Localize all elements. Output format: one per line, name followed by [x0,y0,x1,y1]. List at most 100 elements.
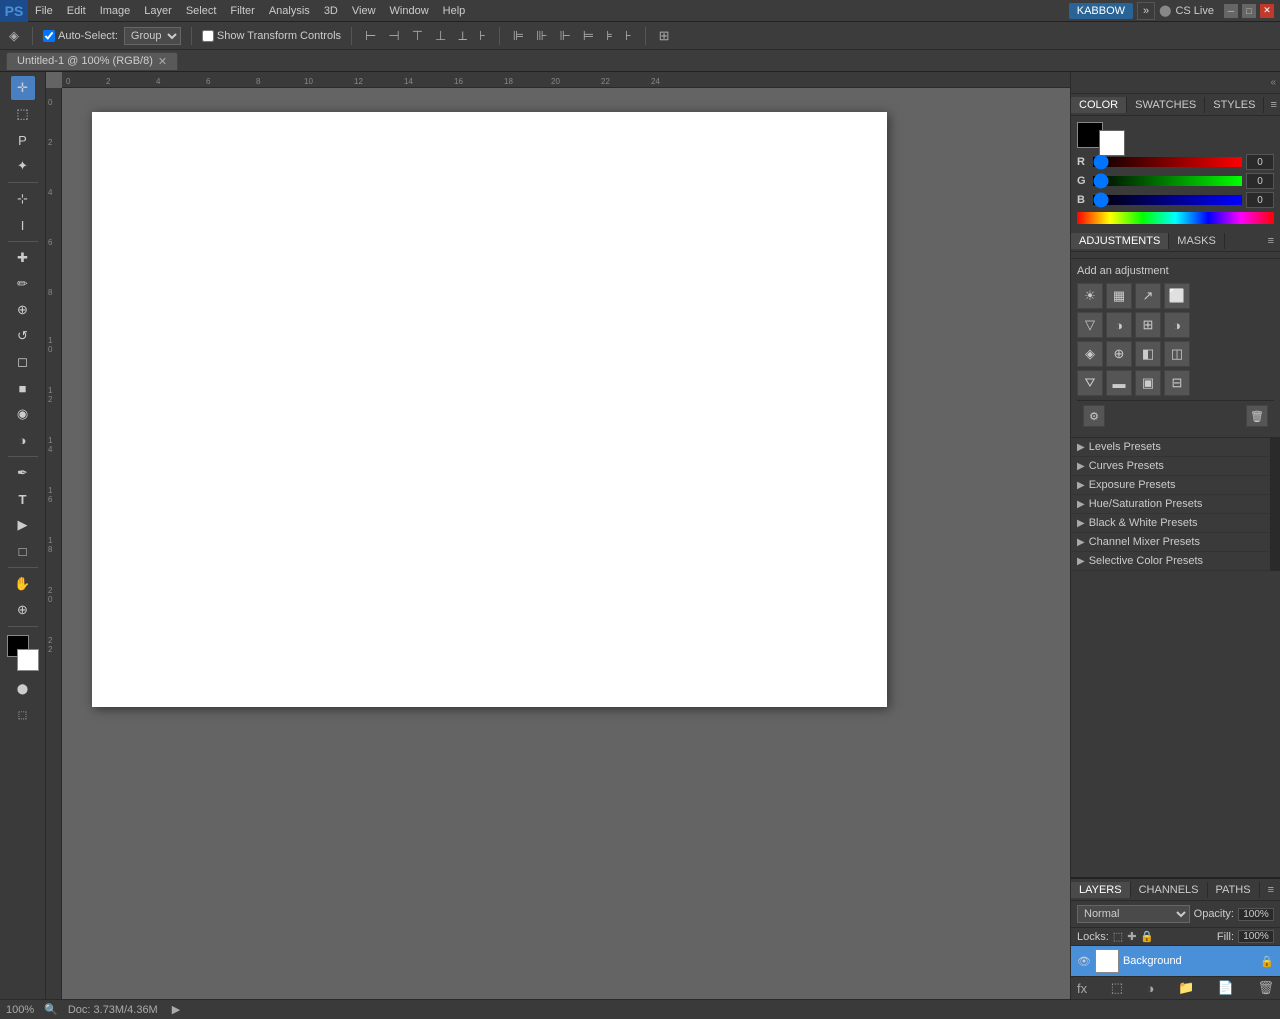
distribute-bottom-icon[interactable]: ⊦ [622,27,635,45]
lasso-tool-button[interactable]: P [11,128,35,152]
background-color[interactable] [17,649,39,671]
document-tab[interactable]: Untitled-1 @ 100% (RGB/8) ✕ [6,52,178,70]
tab-adjustments[interactable]: ADJUSTMENTS [1071,233,1169,249]
color-balance-button[interactable]: ⊞ [1135,312,1161,338]
show-transform-checkbox[interactable] [202,30,214,42]
preset-levels[interactable]: ▶ Levels Presets [1071,438,1270,457]
preset-curves[interactable]: ▶ Curves Presets [1071,457,1270,476]
green-slider[interactable] [1093,176,1242,186]
threshold-button[interactable]: ⛛ [1077,370,1103,396]
background-swatch[interactable] [1099,130,1125,156]
layer-visibility-icon[interactable]: 👁 [1077,955,1091,968]
gradient-tool-button[interactable]: ■ [11,376,35,400]
preset-hue-saturation[interactable]: ▶ Hue/Saturation Presets [1071,495,1270,514]
menu-select[interactable]: Select [179,3,224,19]
blue-value-input[interactable] [1246,192,1274,208]
auto-select-dropdown[interactable]: Group Layer [124,27,181,45]
green-value-input[interactable] [1246,173,1274,189]
menu-filter[interactable]: Filter [223,3,261,19]
menu-edit[interactable]: Edit [60,3,93,19]
quick-mask-button[interactable]: ⬤ [11,677,35,701]
path-selection-tool-button[interactable]: ▶ [11,513,35,537]
hand-tool-button[interactable]: ✋ [11,572,35,596]
posterize-button[interactable]: ◫ [1164,341,1190,367]
dodge-tool-button[interactable]: ◑ [11,428,35,452]
preset-black-white[interactable]: ▶ Black & White Presets [1071,514,1270,533]
marquee-tool-button[interactable]: ⬚ [11,102,35,126]
vibrance-button[interactable]: ▽ [1077,312,1103,338]
blend-mode-dropdown[interactable]: Normal Dissolve Multiply Screen Overlay [1077,905,1190,923]
canvas-controls-icon[interactable]: ⊞ [656,27,673,45]
align-center-v-icon[interactable]: ⟂ [455,27,470,45]
adjustment-trash-button[interactable]: 🗑 [1246,405,1268,427]
red-value-input[interactable] [1246,154,1274,170]
distribute-center-v-icon[interactable]: ⊧ [603,27,616,45]
shape-tool-button[interactable]: □ [11,539,35,563]
selective-color-button[interactable]: ▣ [1135,370,1161,396]
distribute-left-icon[interactable]: ⊫ [510,27,527,45]
new-group-button[interactable]: 📁 [1178,980,1194,996]
color-spectrum-bar[interactable] [1077,212,1274,224]
menu-window[interactable]: Window [383,3,436,19]
clone-stamp-tool-button[interactable]: ⊕ [11,298,35,322]
zoom-icon[interactable]: 🔍 [44,1003,58,1016]
extend-workspace-button[interactable]: » [1137,2,1155,20]
menu-help[interactable]: Help [436,3,473,19]
invert-button[interactable]: ◧ [1135,341,1161,367]
layer-adjustment-button[interactable]: ◑ [1147,981,1155,996]
menu-file[interactable]: File [28,3,60,19]
auto-select-checkbox[interactable] [43,30,55,42]
adjustment-settings-button[interactable]: ⚙ [1083,405,1105,427]
layer-background[interactable]: 👁 Background 🔒 [1071,946,1280,976]
black-white-button[interactable]: ◑ [1164,312,1190,338]
gradient-map-button[interactable]: ▬ [1106,370,1132,396]
tab-channels[interactable]: CHANNELS [1131,882,1208,898]
distribute-right-icon[interactable]: ⊩ [556,27,573,45]
layers-panel-options-button[interactable]: ≡ [1262,884,1280,896]
menu-3d[interactable]: 3D [317,3,345,19]
tab-color[interactable]: COLOR [1071,97,1127,113]
canvas[interactable] [92,112,887,707]
align-top-icon[interactable]: ⊥ [432,27,449,45]
adjustments-panel-options-button[interactable]: ≡ [1262,235,1280,247]
brush-tool-button[interactable]: ✏ [11,272,35,296]
tab-layers[interactable]: LAYERS [1071,882,1131,898]
preset-exposure[interactable]: ▶ Exposure Presets [1071,476,1270,495]
eraser-tool-button[interactable]: ◻ [11,350,35,374]
spot-healing-tool-button[interactable]: ✚ [11,246,35,270]
zoom-tool-button[interactable]: ⊕ [11,598,35,622]
levels-button[interactable]: ▦ [1106,283,1132,309]
color-panel-options-button[interactable]: ≡ [1264,99,1280,111]
lock-position-button[interactable]: ✚ [1127,930,1136,943]
layer-fx-button[interactable]: fx [1077,981,1087,996]
window-close-button[interactable]: ✕ [1260,4,1274,18]
align-left-icon[interactable]: ⊢ [362,27,379,45]
layer-mask-button[interactable]: ⬚ [1111,980,1123,996]
new-layer-button[interactable]: 📄 [1218,980,1234,996]
delete-layer-button[interactable]: 🗑 [1257,980,1274,996]
cs-live-button[interactable]: CS Live [1175,5,1214,17]
tab-swatches[interactable]: SWATCHES [1127,97,1205,113]
lock-pixels-button[interactable]: ⬚ [1113,930,1123,943]
crop-tool-button[interactable]: ⊹ [11,187,35,211]
blur-tool-button[interactable]: ◉ [11,402,35,426]
menu-layer[interactable]: Layer [137,3,179,19]
brightness-contrast-button[interactable]: ☀ [1077,283,1103,309]
distribute-top-icon[interactable]: ⊨ [580,27,597,45]
opacity-input[interactable] [1238,908,1274,921]
window-maximize-button[interactable]: □ [1242,4,1256,18]
tool-options-icon[interactable]: ◈ [6,27,22,45]
pen-tool-button[interactable]: ✒ [11,461,35,485]
lock-all-button[interactable]: 🔒 [1140,930,1154,943]
presets-scrollbar[interactable] [1270,438,1280,571]
tab-styles[interactable]: STYLES [1205,97,1264,113]
history-brush-tool-button[interactable]: ↺ [11,324,35,348]
fill-input[interactable] [1238,930,1274,943]
curves-button[interactable]: ↗ [1135,283,1161,309]
move-tool-button[interactable]: ✛ [11,76,35,100]
tab-paths[interactable]: PATHS [1208,882,1260,898]
hue-saturation-button[interactable]: ◑ [1106,312,1132,338]
align-bottom-icon[interactable]: ⊦ [476,27,489,45]
window-minimize-button[interactable]: ─ [1224,4,1238,18]
distribute-center-h-icon[interactable]: ⊪ [533,27,550,45]
